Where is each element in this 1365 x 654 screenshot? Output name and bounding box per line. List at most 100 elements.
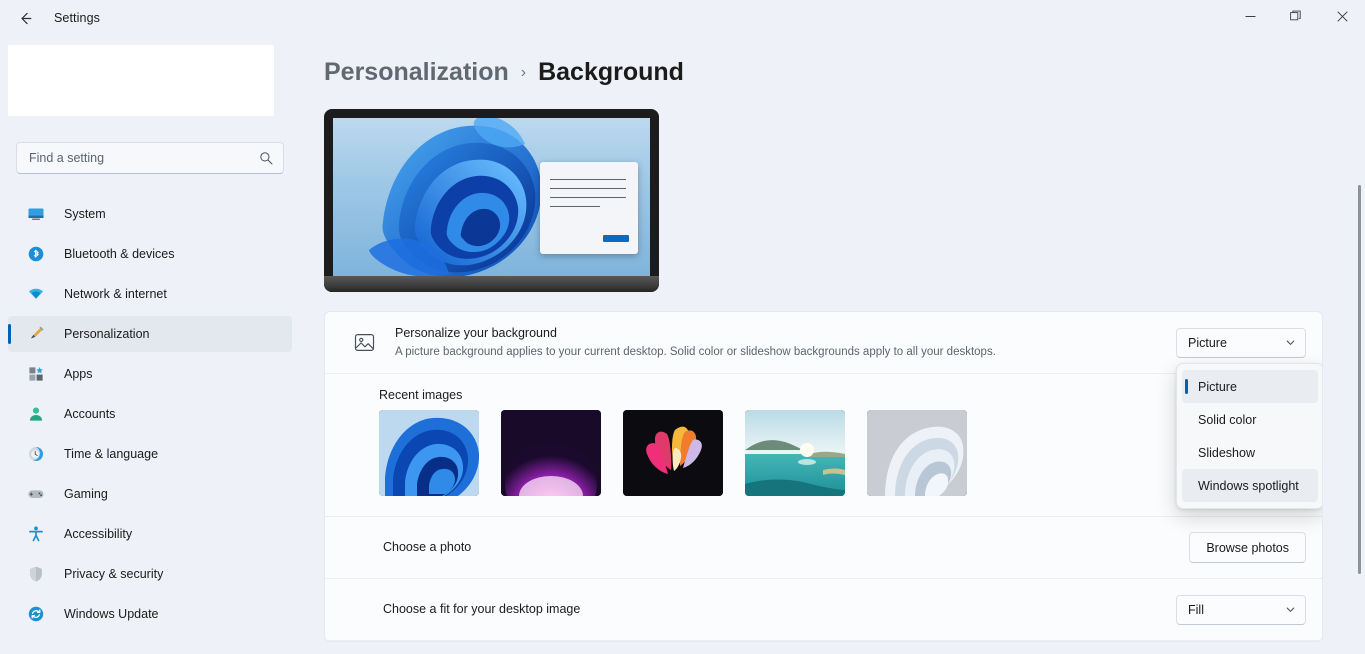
sidebar-item-personalization[interactable]: Personalization [8, 316, 292, 352]
thumb-image [501, 410, 601, 496]
close-button[interactable] [1319, 0, 1365, 32]
choose-photo-text: Choose a photo [383, 539, 1189, 556]
choose-fit-text: Choose a fit for your desktop image [383, 601, 1176, 618]
dropdown-option-slideshow[interactable]: Slideshow [1182, 436, 1318, 469]
personalize-title: Personalize your background [395, 326, 557, 340]
sidebar-item-apps[interactable]: Apps [8, 356, 292, 392]
chevron-down-icon [1285, 337, 1296, 348]
network-icon [26, 284, 46, 304]
sidebar-item-label: Gaming [64, 487, 108, 501]
sidebar-item-gaming[interactable]: Gaming [8, 476, 292, 512]
sidebar-item-label: Bluetooth & devices [64, 247, 175, 261]
accessibility-icon [26, 524, 46, 544]
dropdown-option-label: Solid color [1198, 412, 1257, 427]
thumb-bloom-blue[interactable] [379, 410, 479, 496]
sidebar-item-label: Accounts [64, 407, 116, 421]
sidebar-item-privacy-security[interactable]: Privacy & security [8, 556, 292, 592]
choose-fit-control: Fill [1176, 594, 1306, 625]
row-choose-fit: Choose a fit for your desktop image Fill [325, 579, 1322, 641]
row-choose-photo: Choose a photo Browse photos [325, 517, 1322, 579]
sidebar-item-bluetooth-devices[interactable]: Bluetooth & devices [8, 236, 292, 272]
preview-screen [333, 118, 650, 276]
sidebar-item-system[interactable]: System [8, 196, 292, 232]
thumb-flower-dark[interactable] [623, 410, 723, 496]
thumb-lake-sunrise[interactable] [745, 410, 845, 496]
back-button[interactable] [8, 4, 42, 32]
search-container [16, 142, 284, 174]
paintbrush-icon [26, 324, 46, 344]
update-icon [26, 604, 46, 624]
search-icon [259, 151, 273, 165]
thumb-image [745, 410, 845, 496]
sidebar-nav: System Bluetooth & devices Network & int… [8, 196, 292, 636]
browse-photos-button[interactable]: Browse photos [1189, 532, 1306, 563]
vertical-scrollbar[interactable] [1358, 185, 1361, 574]
personalize-text: Personalize your background A picture ba… [395, 325, 1176, 360]
bluetooth-icon [26, 244, 46, 264]
personalize-subtitle: A picture background applies to your cur… [395, 346, 996, 358]
desktop-preview-monitor [324, 109, 659, 292]
settings-window: Settings Find a setting System Bluetooth… [0, 0, 1365, 654]
breadcrumb: Personalization › Background [324, 58, 684, 87]
maximize-button[interactable] [1273, 0, 1319, 32]
monitor-stand [324, 276, 659, 292]
dropdown-option-picture[interactable]: Picture [1182, 370, 1318, 403]
account-icon [26, 404, 46, 424]
apps-icon [26, 364, 46, 384]
choose-photo-control: Browse photos [1189, 532, 1306, 563]
recent-images-list [379, 410, 1306, 496]
thumb-purple-glow[interactable] [501, 410, 601, 496]
search-input[interactable] [29, 151, 259, 165]
chevron-down-icon [1285, 604, 1296, 615]
minimize-icon [1245, 15, 1255, 17]
system-icon [26, 204, 46, 224]
dropdown-option-label: Windows spotlight [1198, 478, 1299, 493]
user-profile-card[interactable] [8, 45, 274, 116]
sidebar-item-label: Personalization [64, 327, 150, 341]
sidebar-item-label: Accessibility [64, 527, 133, 541]
sidebar-item-label: Windows Update [64, 607, 159, 621]
recent-images-label: Recent images [379, 388, 463, 402]
sidebar-item-label: Apps [64, 367, 93, 381]
sidebar-item-accounts[interactable]: Accounts [8, 396, 292, 432]
thumb-image [867, 410, 967, 496]
personalize-control: Picture [1176, 327, 1306, 358]
preview-mock-button [603, 235, 629, 242]
clock-icon [26, 444, 46, 464]
background-type-combobox[interactable]: Picture [1176, 327, 1306, 358]
chevron-right-icon: › [520, 63, 527, 81]
page-title: Background [538, 58, 684, 86]
fit-combobox[interactable]: Fill [1176, 594, 1306, 625]
row-personalize-background: Personalize your background A picture ba… [325, 312, 1322, 374]
sidebar-item-label: Time & language [64, 447, 159, 461]
gamepad-icon [26, 484, 46, 504]
search-box[interactable] [16, 142, 284, 174]
preview-mock-window [540, 162, 638, 254]
background-type-dropdown: Picture Solid color Slideshow Windows sp… [1176, 363, 1322, 509]
background-settings-card: Personalize your background A picture ba… [324, 311, 1323, 642]
sidebar: System Bluetooth & devices [0, 36, 300, 654]
arrow-left-icon [20, 12, 31, 24]
window-controls [1227, 0, 1365, 36]
thumb-image [623, 410, 723, 496]
picture-icon [349, 328, 379, 358]
sidebar-item-windows-update[interactable]: Windows Update [8, 596, 292, 632]
sidebar-item-time-language[interactable]: Time & language [8, 436, 292, 472]
sidebar-item-accessibility[interactable]: Accessibility [8, 516, 292, 552]
close-icon [1336, 10, 1348, 22]
dropdown-option-solid-color[interactable]: Solid color [1182, 403, 1318, 436]
title-bar: Settings [0, 0, 1365, 36]
dropdown-option-windows-spotlight[interactable]: Windows spotlight [1182, 469, 1318, 502]
row-recent-images: Recent images [325, 374, 1322, 517]
breadcrumb-parent[interactable]: Personalization [324, 58, 509, 87]
sidebar-item-network-internet[interactable]: Network & internet [8, 276, 292, 312]
choose-photo-title: Choose a photo [383, 540, 472, 554]
minimize-button[interactable] [1227, 0, 1273, 32]
thumb-white-ribbon[interactable] [867, 410, 967, 496]
dropdown-option-label: Picture [1198, 379, 1237, 394]
background-type-value: Picture [1188, 335, 1227, 350]
dropdown-option-label: Slideshow [1198, 445, 1255, 460]
shield-icon [26, 564, 46, 584]
thumb-image [379, 410, 479, 496]
window-title: Settings [54, 11, 100, 25]
